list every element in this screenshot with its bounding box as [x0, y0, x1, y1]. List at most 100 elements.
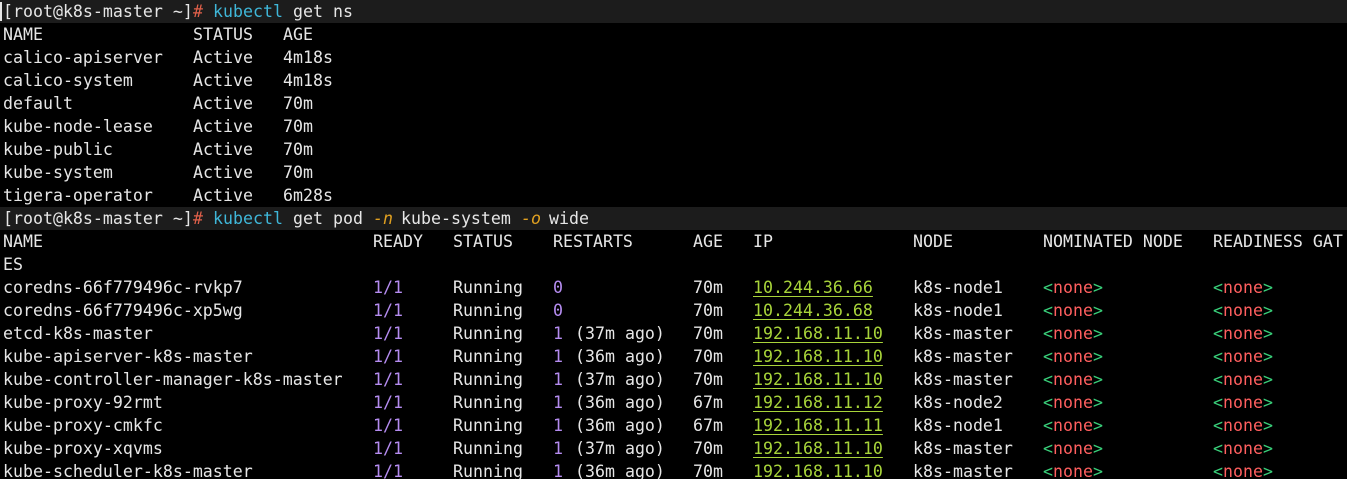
pod-restart-ago: (36m ago)	[575, 347, 665, 366]
pod-status: Running	[453, 347, 523, 366]
ns-status: Active	[193, 71, 253, 90]
pod-age: 70m	[693, 301, 723, 320]
pod-nominated-node: <none>	[1043, 278, 1103, 297]
pod-name: kube-proxy-cmkfc	[3, 416, 163, 435]
pod-ip-link[interactable]: 10.244.36.68	[753, 299, 873, 322]
pod-restarts: 1	[553, 462, 563, 479]
terminal-window[interactable]: [root@k8s-master ~] # kubectl get ns NAM…	[0, 0, 1347, 479]
ns-row: kube-public Active 70m	[0, 138, 1347, 161]
pod-node: k8s-master	[913, 370, 1013, 389]
ns-name: tigera-operator	[3, 186, 153, 205]
pod-status: Running	[453, 370, 523, 389]
ns-status: Active	[193, 163, 253, 182]
ns-row: calico-system Active 4m18s	[0, 69, 1347, 92]
pod-restarts: 1	[553, 347, 563, 366]
pod-row: kube-proxy-92rmt 1/1 Running 1 (36m ago)…	[0, 391, 1347, 414]
pod-nominated-node: <none>	[1043, 439, 1103, 458]
pod-ip-link[interactable]: 192.168.11.10	[753, 460, 883, 479]
pod-header-wrapped-text: ES	[3, 255, 23, 274]
ns-status: Active	[193, 48, 253, 67]
ns-row: calico-apiserver Active 4m18s	[0, 46, 1347, 69]
ns-name: kube-public	[3, 140, 113, 159]
pod-age: 70m	[693, 370, 723, 389]
ns-row: tigera-operator Active 6m28s	[0, 184, 1347, 207]
pod-node: k8s-master	[913, 347, 1013, 366]
pod-status: Running	[453, 278, 523, 297]
pod-ip-link[interactable]: 10.244.36.66	[753, 276, 873, 299]
pod-ip-link[interactable]: 192.168.11.10	[753, 368, 883, 391]
pod-age: 67m	[693, 393, 723, 412]
pod-row: coredns-66f779496c-rvkp7 1/1 Running 0 7…	[0, 276, 1347, 299]
pod-age: 70m	[693, 462, 723, 479]
pod-header-nominated-node: NOMINATED NODE	[1043, 232, 1183, 251]
ns-header-status: STATUS	[193, 25, 253, 44]
pod-header-ready: READY	[373, 232, 423, 251]
ns-status: Active	[193, 94, 253, 113]
pod-header-node: NODE	[913, 232, 953, 251]
pod-status: Running	[453, 301, 523, 320]
flag-output-value: wide	[549, 209, 589, 228]
ns-name: default	[3, 94, 73, 113]
pod-ready: 1/1	[373, 301, 403, 320]
pod-row: etcd-k8s-master 1/1 Running 1 (37m ago) …	[0, 322, 1347, 345]
prompt-text: [root@k8s-master ~]	[3, 2, 193, 21]
pod-restart-ago: (36m ago)	[575, 462, 665, 479]
pod-ip-link[interactable]: 192.168.11.12	[753, 391, 883, 414]
pod-name: kube-scheduler-k8s-master	[3, 462, 253, 479]
pod-header-age: AGE	[693, 232, 723, 251]
pod-ready: 1/1	[373, 416, 403, 435]
pod-status: Running	[453, 416, 523, 435]
pod-ip-link[interactable]: 192.168.11.11	[753, 414, 883, 437]
pod-header-readiness-gates: READINESS GAT	[1213, 232, 1343, 251]
pod-ip-link[interactable]: 192.168.11.10	[753, 345, 883, 368]
ns-row: kube-node-lease Active 70m	[0, 115, 1347, 138]
ns-row: kube-system Active 70m	[0, 161, 1347, 184]
prompt-text: [root@k8s-master ~]	[3, 209, 193, 228]
pod-restart-ago: (37m ago)	[575, 324, 665, 343]
pod-node: k8s-master	[913, 462, 1013, 479]
pod-header-wrap: ES	[0, 253, 1347, 276]
ns-age: 70m	[283, 117, 313, 136]
ns-age: 70m	[283, 163, 313, 182]
prompt-symbol: #	[193, 209, 203, 228]
flag-namespace-value: kube-system	[401, 209, 511, 228]
pod-ip-link[interactable]: 192.168.11.10	[753, 322, 883, 345]
pod-row: kube-proxy-xqvms 1/1 Running 1 (37m ago)…	[0, 437, 1347, 460]
pod-header-ip: IP	[753, 232, 773, 251]
pod-node: k8s-node1	[913, 301, 1003, 320]
pod-nominated-node: <none>	[1043, 462, 1103, 479]
pod-restarts: 1	[553, 393, 563, 412]
pod-node: k8s-node1	[913, 278, 1003, 297]
pod-readiness-gates: <none>	[1213, 278, 1273, 297]
ns-name: calico-system	[3, 71, 133, 90]
pod-age: 70m	[693, 324, 723, 343]
pod-name: kube-controller-manager-k8s-master	[3, 370, 343, 389]
pod-nominated-node: <none>	[1043, 301, 1103, 320]
pod-nominated-node: <none>	[1043, 393, 1103, 412]
pod-restart-ago: (37m ago)	[575, 439, 665, 458]
pod-restarts: 1	[553, 416, 563, 435]
pod-readiness-gates: <none>	[1213, 301, 1273, 320]
pod-nominated-node: <none>	[1043, 416, 1103, 435]
ns-status: Active	[193, 186, 253, 205]
flag-output: -o	[521, 209, 541, 228]
pod-restarts: 0	[553, 278, 563, 297]
pod-ready: 1/1	[373, 278, 403, 297]
pod-nominated-node: <none>	[1043, 370, 1103, 389]
pod-age: 70m	[693, 278, 723, 297]
pod-name: coredns-66f779496c-xp5wg	[3, 301, 243, 320]
pod-readiness-gates: <none>	[1213, 347, 1273, 366]
pod-readiness-gates: <none>	[1213, 462, 1273, 479]
flag-namespace: -n	[373, 209, 393, 228]
ns-header-age: AGE	[283, 25, 313, 44]
pod-ready: 1/1	[373, 393, 403, 412]
ns-name: kube-node-lease	[3, 117, 153, 136]
ns-table-header: NAME STATUS AGE	[0, 23, 1347, 46]
prompt-line-1: [root@k8s-master ~] # kubectl get ns	[0, 0, 1347, 23]
prompt-line-2: [root@k8s-master ~] # kubectl get pod -n…	[0, 207, 1347, 230]
pod-status: Running	[453, 393, 523, 412]
pod-restarts: 1	[553, 439, 563, 458]
ns-age: 6m28s	[283, 186, 333, 205]
pod-ip-link[interactable]: 192.168.11.10	[753, 437, 883, 460]
ns-name: calico-apiserver	[3, 48, 163, 67]
